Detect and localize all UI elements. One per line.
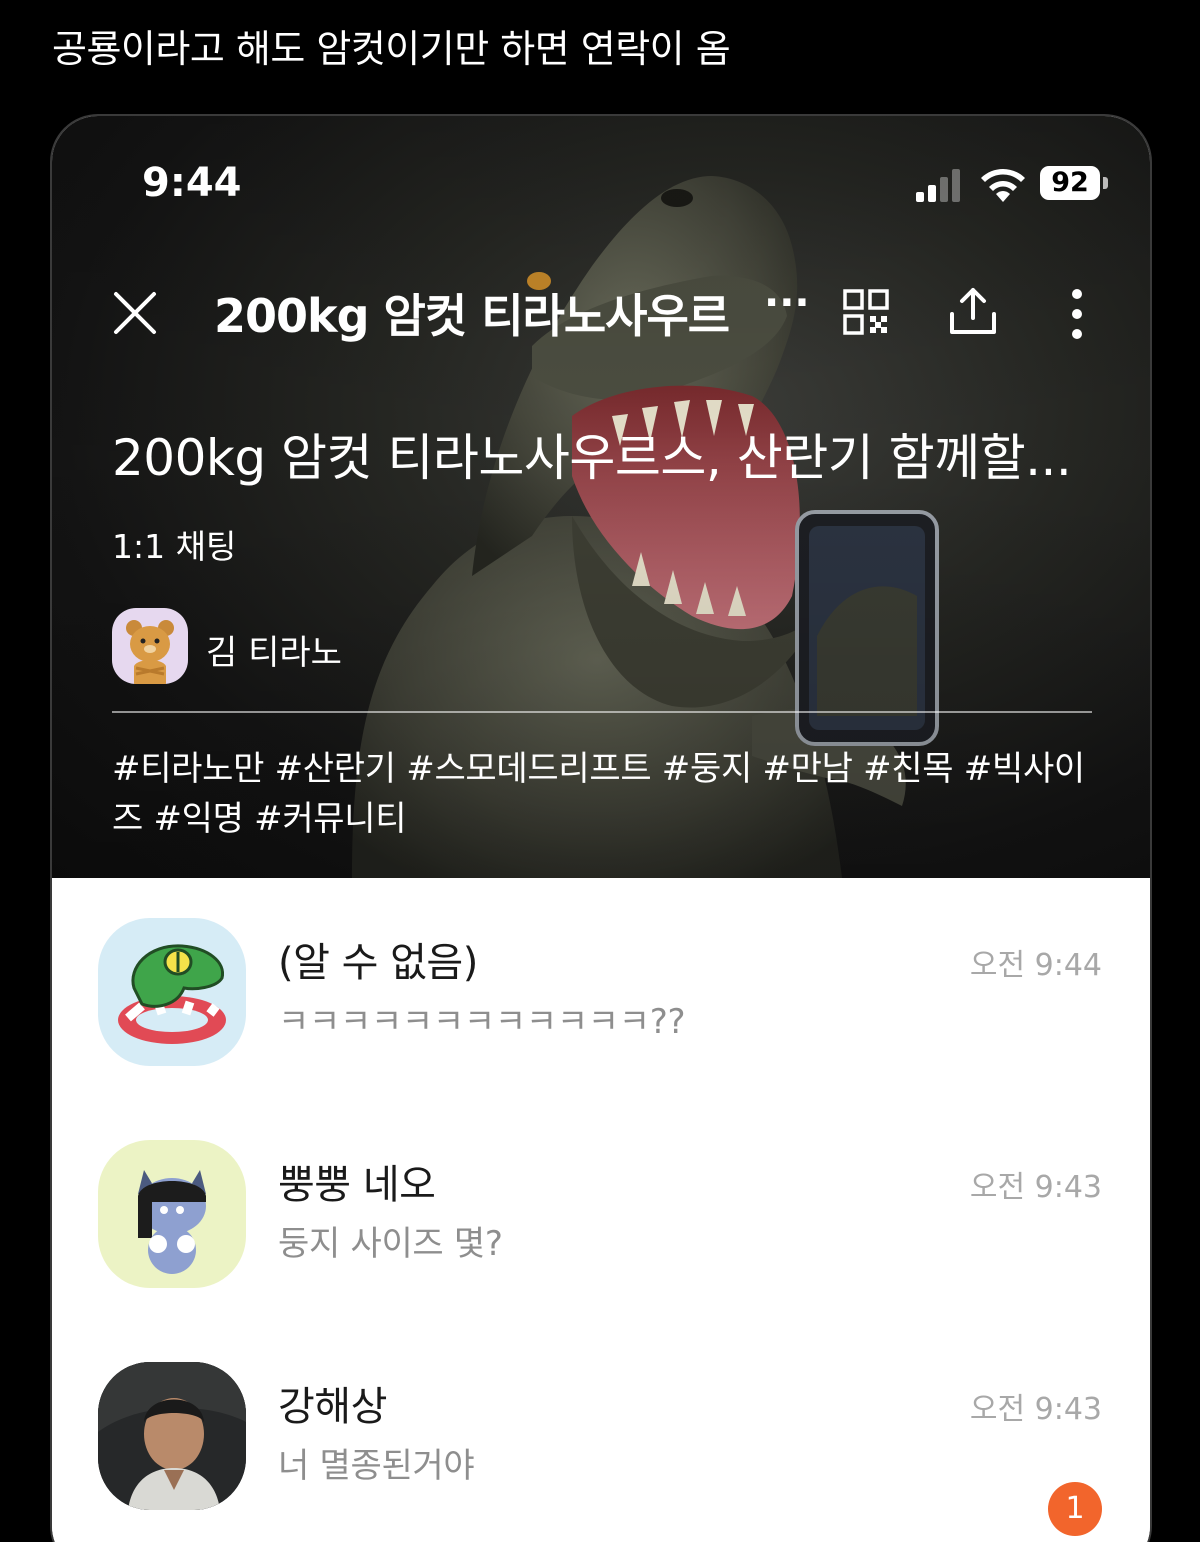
signal-icon <box>916 169 960 202</box>
battery-indicator: 92 <box>1040 166 1108 200</box>
host-profile[interactable]: 김 티라노 <box>112 608 612 686</box>
crocodile-character-icon <box>118 944 226 1044</box>
host-avatar <box>112 608 188 684</box>
cat-character-icon <box>138 1170 206 1274</box>
chat-avatar <box>98 1140 246 1288</box>
nav-title-ellipsis: ··· <box>764 280 810 326</box>
navigation-bar: 200kg 암컷 티라노사우르 ··· <box>52 266 1150 360</box>
chat-preview: ㅋㅋㅋㅋㅋㅋㅋㅋㅋㅋㅋㅋ?? <box>278 1002 686 1042</box>
phone-screenshot: 9:44 92 200kg 암컷 티라노사우르 ··· 200kg 암컷 티라노… <box>50 114 1152 1542</box>
chat-avatar <box>98 1362 246 1510</box>
unread-badge: 1 <box>1048 1482 1102 1536</box>
post-caption: 공룡이라고 해도 암컷이기만 하면 연락이 옴 <box>52 27 731 71</box>
chat-list-item[interactable]: 뿡뿡 네오 둥지 사이즈 몇? 오전 9:43 <box>52 1140 1150 1310</box>
chat-list-item[interactable]: 강해상 너 멸종된거야 오전 9:43 1 <box>52 1362 1150 1536</box>
status-time: 9:44 <box>142 160 242 206</box>
chat-time: 오전 9:43 <box>969 1392 1102 1427</box>
chat-list: (알 수 없음) ㅋㅋㅋㅋㅋㅋㅋㅋㅋㅋㅋㅋ?? 오전 9:44 뿡뿡 네오 둥지… <box>52 878 1150 1542</box>
chat-preview: 너 멸종된거야 <box>278 1446 475 1486</box>
battery-cap <box>1103 177 1108 189</box>
chat-time: 오전 9:43 <box>969 1170 1102 1205</box>
battery-level: 92 <box>1040 166 1100 200</box>
room-hashtags: #티라노만 #산란기 #스모데드리프트 #둥지 #만남 #친목 #빅사이즈 #익… <box>112 749 1085 839</box>
status-bar: 9:44 92 <box>52 116 1150 246</box>
chat-name: (알 수 없음) <box>278 940 478 986</box>
close-icon[interactable] <box>112 290 158 336</box>
chat-name: 강해상 <box>278 1384 387 1430</box>
nav-title: 200kg 암컷 티라노사우르 <box>214 289 730 343</box>
person-photo-icon <box>98 1362 246 1510</box>
chat-preview: 둥지 사이즈 몇? <box>278 1224 503 1264</box>
qr-code-icon[interactable] <box>842 288 890 336</box>
more-vertical-icon[interactable] <box>1062 286 1092 342</box>
chat-list-item[interactable]: (알 수 없음) ㅋㅋㅋㅋㅋㅋㅋㅋㅋㅋㅋㅋ?? 오전 9:44 <box>52 918 1150 1088</box>
bear-character-icon <box>126 620 174 684</box>
chatroom-header-background: 9:44 92 200kg 암컷 티라노사우르 ··· 200kg 암컷 티라노… <box>52 116 1150 878</box>
wifi-icon <box>981 169 1025 202</box>
hero-divider <box>112 711 1092 713</box>
room-type-label: 1:1 채팅 <box>112 527 237 566</box>
chat-avatar <box>98 918 246 1066</box>
chat-name: 뿡뿡 네오 <box>278 1162 436 1208</box>
host-name: 김 티라노 <box>206 633 342 673</box>
room-title: 200kg 암컷 티라노사우르스, 산란기 함께할... <box>112 429 1072 487</box>
chat-time: 오전 9:44 <box>969 948 1102 983</box>
share-icon[interactable] <box>946 284 1000 338</box>
